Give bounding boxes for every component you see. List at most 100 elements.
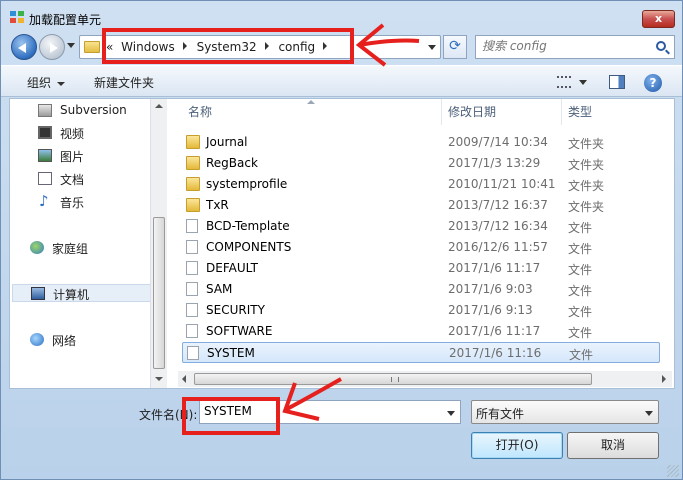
file-name: BCD-Template (206, 219, 290, 233)
preview-pane-icon[interactable] (609, 75, 625, 89)
file-date: 2016/12/6 11:57 (448, 240, 548, 254)
folder-icon (84, 41, 100, 53)
chevron-down-icon (57, 81, 66, 86)
file-type: 文件 (568, 242, 593, 256)
file-icon (186, 303, 198, 317)
file-date: 2017/1/6 11:16 (449, 346, 542, 360)
nav-scrollbar[interactable] (150, 99, 167, 388)
search-icon[interactable] (656, 41, 666, 51)
file-icon (186, 240, 198, 254)
annotation-arrow-address (355, 23, 420, 67)
music-icon (38, 192, 52, 210)
chevron-down-icon[interactable] (447, 411, 455, 416)
picture-icon (38, 149, 52, 162)
file-name: SECURITY (206, 303, 265, 317)
file-icon (186, 261, 198, 275)
table-row[interactable]: RegBack 2017/1/3 13:29 文件夹 (182, 153, 660, 174)
close-icon: x (654, 12, 663, 25)
file-name: Journal (206, 135, 248, 149)
view-dropdown-icon[interactable] (579, 80, 587, 85)
table-row[interactable]: DEFAULT 2017/1/6 11:17 文件 (182, 258, 660, 279)
table-row[interactable]: SYSTEM 2017/1/6 11:16 文件 (182, 342, 660, 363)
file-name: TxR (206, 198, 229, 212)
search-input[interactable] (482, 39, 652, 53)
new-folder-button[interactable]: 新建文件夹 (94, 74, 154, 91)
table-row[interactable]: SECURITY 2017/1/6 9:13 文件 (182, 300, 660, 321)
file-name: systemprofile (206, 177, 288, 191)
browser-area: Subversion 视频 图片 文档 音乐 家庭组 计算机 网络 (9, 98, 675, 389)
file-type: 文件夹 (568, 158, 605, 172)
chevron-down-icon[interactable] (645, 411, 653, 416)
file-type: 文件夹 (568, 200, 605, 214)
file-type: 文件 (568, 326, 593, 340)
svn-icon (38, 104, 52, 117)
file-date: 2013/7/12 16:37 (448, 198, 548, 212)
document-icon (38, 172, 52, 185)
scroll-up-icon[interactable] (155, 104, 163, 108)
refresh-button[interactable]: ⟳ (443, 35, 467, 59)
column-header-date[interactable]: 修改日期 (442, 99, 562, 125)
file-date: 2009/7/14 10:34 (448, 135, 548, 149)
organize-menu[interactable]: 组织 (27, 74, 66, 91)
file-type: 文件 (568, 305, 593, 319)
file-type: 文件 (568, 284, 593, 298)
file-type: 文件 (568, 221, 593, 235)
file-date: 2017/1/3 13:29 (448, 156, 541, 170)
refresh-icon: ⟳ (449, 38, 461, 54)
table-row[interactable]: SOFTWARE 2017/1/6 11:17 文件 (182, 321, 660, 342)
grip-icon (391, 377, 399, 382)
scroll-thumb[interactable] (194, 373, 592, 385)
file-type: 文件夹 (568, 137, 605, 151)
folder-icon (186, 198, 200, 212)
table-row[interactable]: systemprofile 2010/11/21 10:41 文件夹 (182, 174, 660, 195)
navigation-pane: Subversion 视频 图片 文档 音乐 家庭组 计算机 网络 (10, 99, 162, 388)
cancel-button[interactable]: 取消 (567, 432, 659, 459)
scroll-left-icon[interactable] (182, 375, 186, 383)
back-button[interactable] (11, 34, 37, 60)
file-name: SAM (206, 282, 233, 296)
window-title: 加载配置单元 (29, 13, 102, 27)
file-icon (186, 219, 198, 233)
organize-label: 组织 (27, 76, 52, 90)
table-row[interactable]: SAM 2017/1/6 9:03 文件 (182, 279, 660, 300)
address-dropdown-icon[interactable] (428, 45, 436, 50)
file-type: 文件 (569, 348, 594, 362)
load-hive-dialog: 加载配置单元 x « Windows System32 config ⟳ 组织 … (0, 0, 683, 480)
scroll-down-icon[interactable] (155, 377, 163, 381)
filetype-value: 所有文件 (476, 407, 525, 421)
folder-icon (186, 135, 200, 149)
filetype-select[interactable]: 所有文件 (471, 400, 659, 424)
nav-item-computer[interactable]: 计算机 (12, 284, 152, 302)
file-date: 2017/1/6 9:03 (448, 282, 533, 296)
network-icon (30, 333, 44, 346)
search-box[interactable] (475, 35, 675, 59)
title-bar: 加载配置单元 x (1, 1, 682, 31)
help-icon[interactable]: ? (644, 74, 662, 92)
scroll-right-icon[interactable] (662, 375, 666, 383)
open-button[interactable]: 打开(O) (471, 432, 563, 459)
annotation-arrow-filename (282, 377, 342, 421)
table-row[interactable]: COMPONENTS 2016/12/6 11:57 文件 (182, 237, 660, 258)
column-header-type[interactable]: 类型 (562, 99, 672, 125)
file-list: 名称 修改日期 类型 Journal 2009/7/14 10:34 文件夹 RegB… (170, 99, 674, 388)
view-options-icon[interactable] (557, 76, 571, 88)
homegroup-icon (30, 241, 44, 254)
sort-ascending-icon (307, 100, 315, 104)
file-icon (187, 346, 199, 360)
table-row[interactable]: TxR 2013/7/12 16:37 文件夹 (182, 195, 660, 216)
horizontal-scrollbar[interactable] (178, 371, 672, 387)
table-row[interactable]: Journal 2009/7/14 10:34 文件夹 (182, 132, 660, 153)
table-row[interactable]: BCD-Template 2013/7/12 16:34 文件 (182, 216, 660, 237)
computer-icon (31, 287, 45, 300)
file-name: RegBack (206, 156, 258, 170)
annotation-highlight-address (102, 28, 354, 64)
file-name: SYSTEM (207, 346, 255, 360)
resize-grip-icon[interactable] (667, 465, 679, 477)
history-dropdown-icon[interactable] (67, 43, 75, 48)
registry-icon (10, 11, 24, 23)
close-button[interactable]: x (642, 10, 675, 28)
file-date: 2017/1/6 11:17 (448, 324, 541, 338)
file-name: SOFTWARE (206, 324, 273, 338)
forward-button[interactable] (39, 34, 65, 60)
scroll-thumb[interactable] (153, 217, 165, 369)
